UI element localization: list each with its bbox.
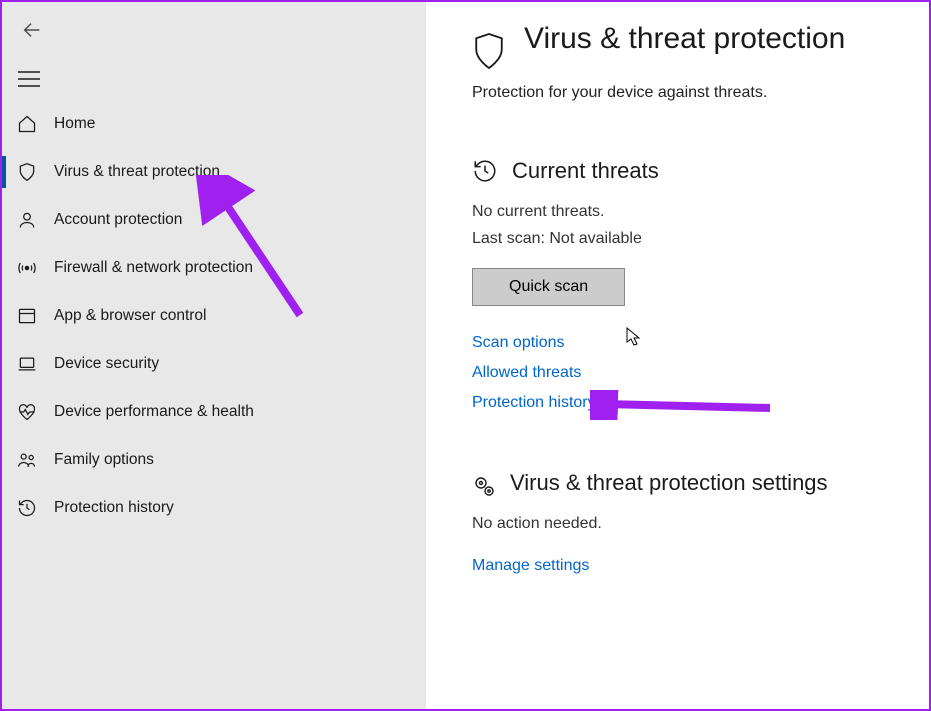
nav-item-label: App & browser control xyxy=(54,307,207,325)
history-icon xyxy=(16,497,38,519)
last-scan-status: Last scan: Not available xyxy=(472,225,889,252)
shield-icon xyxy=(16,161,38,183)
menu-icon xyxy=(18,70,410,88)
nav-item-label: Device performance & health xyxy=(54,403,254,421)
shield-large-icon xyxy=(472,32,506,70)
nav-item-virus-threat[interactable]: Virus & threat protection xyxy=(2,148,426,196)
protection-history-link[interactable]: Protection history xyxy=(472,394,889,412)
nav-item-label: Home xyxy=(54,115,95,133)
threat-status: No current threats. xyxy=(472,198,889,225)
nav-item-device-security[interactable]: Device security xyxy=(2,340,426,388)
quick-scan-button[interactable]: Quick scan xyxy=(472,268,625,306)
scan-options-link[interactable]: Scan options xyxy=(472,334,889,352)
nav-item-label: Firewall & network protection xyxy=(54,259,253,277)
nav-item-account[interactable]: Account protection xyxy=(2,196,426,244)
back-button[interactable] xyxy=(16,14,48,46)
section-current-threats: Current threats No current threats. Last… xyxy=(472,156,889,412)
nav-item-firewall[interactable]: Firewall & network protection xyxy=(2,244,426,292)
section-settings: Virus & threat protection settings No ac… xyxy=(472,468,889,575)
settings-status: No action needed. xyxy=(472,510,889,537)
nav-item-label: Family options xyxy=(54,451,154,469)
nav-item-label: Account protection xyxy=(54,211,182,229)
hamburger-button[interactable] xyxy=(2,66,426,100)
allowed-threats-link[interactable]: Allowed threats xyxy=(472,364,889,382)
nav-item-label: Virus & threat protection xyxy=(54,163,220,181)
scan-history-icon xyxy=(472,158,498,184)
section-title: Virus & threat protection settings xyxy=(510,468,828,498)
main-content: Virus & threat protection Protection for… xyxy=(426,2,929,709)
nav-item-app-browser[interactable]: App & browser control xyxy=(2,292,426,340)
manage-settings-link[interactable]: Manage settings xyxy=(472,557,889,575)
page-subtitle: Protection for your device against threa… xyxy=(472,84,889,102)
nav-item-label: Device security xyxy=(54,355,159,373)
gear-icon xyxy=(472,474,496,498)
page-title: Virus & threat protection xyxy=(524,20,845,58)
home-icon xyxy=(16,113,38,135)
sidebar: Home Virus & threat protection Account p… xyxy=(2,2,426,709)
nav-item-protection-history[interactable]: Protection history xyxy=(2,484,426,532)
nav-list: Home Virus & threat protection Account p… xyxy=(2,100,426,532)
family-icon xyxy=(16,449,38,471)
antenna-icon xyxy=(16,257,38,279)
nav-item-family[interactable]: Family options xyxy=(2,436,426,484)
section-title: Current threats xyxy=(512,156,659,186)
nav-item-label: Protection history xyxy=(54,499,174,517)
nav-item-home[interactable]: Home xyxy=(2,100,426,148)
browser-icon xyxy=(16,305,38,327)
nav-item-device-performance[interactable]: Device performance & health xyxy=(2,388,426,436)
person-icon xyxy=(16,209,38,231)
laptop-icon xyxy=(16,353,38,375)
heart-icon xyxy=(16,401,38,423)
back-arrow-icon xyxy=(21,19,43,41)
